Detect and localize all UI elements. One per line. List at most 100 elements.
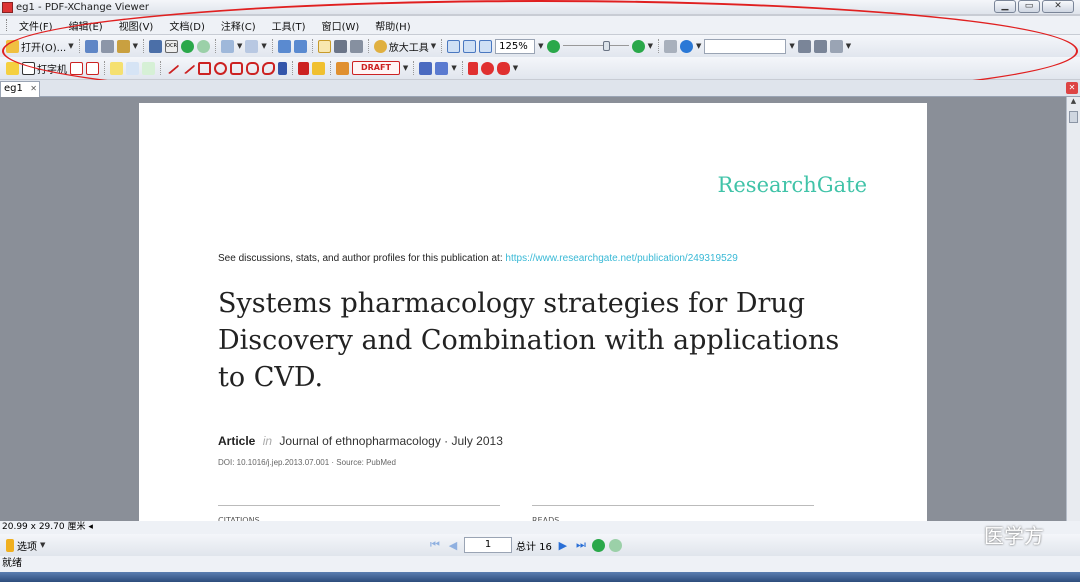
chevron-down-icon[interactable]: ▼ xyxy=(237,42,242,50)
chevron-down-icon[interactable]: ▼ xyxy=(513,64,518,72)
publication-link[interactable]: https://www.researchgate.net/publication… xyxy=(505,253,737,264)
eraser-icon[interactable] xyxy=(312,61,325,75)
polygon-icon[interactable] xyxy=(230,61,243,75)
zoom-in-icon[interactable] xyxy=(631,39,645,53)
chevron-down-icon[interactable]: ▼ xyxy=(403,64,408,72)
zoom-level-input[interactable]: 125% xyxy=(495,38,536,54)
zoom-slider[interactable] xyxy=(562,41,629,51)
snapshot-icon[interactable] xyxy=(333,39,347,53)
distance-tool-icon[interactable] xyxy=(467,61,478,75)
chevron-down-icon[interactable]: ▼ xyxy=(846,42,851,50)
rotate-right-icon[interactable] xyxy=(293,39,307,53)
menu-comments[interactable]: 注释(C) xyxy=(215,18,262,33)
last-page-icon[interactable]: ⏭ xyxy=(574,538,588,552)
sticky-note-icon[interactable] xyxy=(6,61,19,75)
chevron-down-icon[interactable]: ▼ xyxy=(648,42,653,50)
close-document-icon[interactable]: ✕ xyxy=(1066,82,1078,94)
back-icon[interactable] xyxy=(181,39,194,53)
menu-window[interactable]: 窗口(W) xyxy=(316,18,366,33)
chevron-down-icon[interactable]: ▼ xyxy=(538,42,543,50)
line-icon[interactable] xyxy=(181,61,196,75)
menu-document[interactable]: 文档(D) xyxy=(163,18,211,33)
menu-file[interactable]: 文件(F) xyxy=(13,18,59,33)
fit-page-icon[interactable] xyxy=(463,39,477,53)
search-input[interactable] xyxy=(704,38,787,54)
window-controls: ▁ ▭ ✕ xyxy=(994,0,1074,13)
hand-tool-icon[interactable] xyxy=(317,39,331,53)
area-tool-icon[interactable] xyxy=(496,61,510,75)
redo-icon[interactable] xyxy=(245,39,259,53)
cloud-icon[interactable] xyxy=(262,61,275,75)
chevron-down-icon[interactable]: ▼ xyxy=(789,42,794,50)
search-previous-icon[interactable] xyxy=(813,39,827,53)
chevron-down-icon[interactable]: ▼ xyxy=(696,42,701,50)
search-next-icon[interactable] xyxy=(797,39,811,53)
doi-line: DOI: 10.1016/j.jep.2013.07.001 · Source:… xyxy=(218,458,396,467)
previous-page-icon[interactable]: ◀ xyxy=(446,538,460,552)
export-icon[interactable] xyxy=(116,39,130,53)
chevron-down-icon[interactable]: ▼ xyxy=(261,42,266,50)
chevron-down-icon[interactable]: ▼ xyxy=(133,42,138,50)
vertical-scrollbar[interactable]: ▲ xyxy=(1066,97,1080,521)
open-button[interactable]: 打开(O)... ▼ xyxy=(6,38,74,54)
undo-icon[interactable] xyxy=(221,39,234,53)
scroll-up-icon[interactable]: ▲ xyxy=(1067,97,1080,109)
pin-icon[interactable] xyxy=(278,61,287,75)
actual-size-icon[interactable] xyxy=(447,39,461,53)
menu-help[interactable]: 帮助(H) xyxy=(369,18,416,33)
arrow-icon[interactable] xyxy=(165,61,180,75)
callout-icon[interactable] xyxy=(86,61,99,75)
forward-view-icon[interactable] xyxy=(608,538,622,552)
chevron-left-icon[interactable]: ◂ xyxy=(88,522,93,532)
polyline-icon[interactable] xyxy=(246,61,259,75)
find-icon[interactable] xyxy=(663,39,677,53)
toolbar-grip[interactable] xyxy=(6,19,9,31)
page-navigator: ⏮ ◀ 1 总计 16 ▶ ⏭ xyxy=(428,537,622,553)
slider-knob[interactable] xyxy=(602,41,610,51)
print-icon[interactable] xyxy=(100,39,114,53)
scan-icon[interactable] xyxy=(149,39,162,53)
tab-eg1[interactable]: eg1 ✕ xyxy=(0,81,40,97)
menu-view[interactable]: 视图(V) xyxy=(113,18,160,33)
bing-icon[interactable] xyxy=(679,39,693,53)
forward-icon[interactable] xyxy=(197,39,210,53)
scrollbar-thumb[interactable] xyxy=(1069,111,1078,123)
rotate-left-icon[interactable] xyxy=(277,39,291,53)
stamp-icon[interactable] xyxy=(336,61,349,75)
minimize-button[interactable]: ▁ xyxy=(994,0,1016,13)
menu-tools[interactable]: 工具(T) xyxy=(266,18,312,33)
maximize-button[interactable]: ▭ xyxy=(1018,0,1040,13)
back-view-icon[interactable] xyxy=(591,538,605,552)
close-button[interactable]: ✕ xyxy=(1042,0,1074,13)
zoom-tool-button[interactable]: 放大工具 ▼ xyxy=(373,38,436,54)
typewriter-button[interactable]: 打字机 xyxy=(22,60,67,76)
stamp-preview[interactable]: DRAFT xyxy=(352,61,400,75)
document-viewer[interactable]: ResearchGate See discussions, stats, and… xyxy=(0,97,1066,521)
underline-icon[interactable] xyxy=(142,61,155,75)
ocr-icon[interactable]: OCR xyxy=(165,39,178,53)
menu-edit[interactable]: 编辑(E) xyxy=(63,18,109,33)
toolbar-separator xyxy=(657,39,659,53)
select-text-icon[interactable] xyxy=(349,39,363,53)
fit-width-icon[interactable] xyxy=(479,39,493,53)
comments-list-icon[interactable] xyxy=(419,61,433,75)
close-icon[interactable]: ✕ xyxy=(30,82,37,96)
strikeout-icon[interactable] xyxy=(126,61,139,75)
properties-icon[interactable] xyxy=(435,61,449,75)
tools-icon[interactable] xyxy=(829,39,843,53)
first-page-icon[interactable]: ⏮ xyxy=(428,538,442,552)
save-icon[interactable] xyxy=(84,39,98,53)
rectangle-icon[interactable] xyxy=(198,61,211,75)
page-number-input[interactable]: 1 xyxy=(464,537,512,553)
zoom-out-icon[interactable] xyxy=(546,39,560,53)
options-area: 选项 ▼ xyxy=(0,538,45,553)
textbox-icon[interactable] xyxy=(70,61,83,75)
chevron-down-icon[interactable]: ▼ xyxy=(451,64,456,72)
options-button[interactable]: 选项 xyxy=(17,538,37,553)
ellipse-icon[interactable] xyxy=(214,61,227,75)
perimeter-tool-icon[interactable] xyxy=(480,61,494,75)
chevron-down-icon[interactable]: ▼ xyxy=(40,541,45,549)
highlight-text-icon[interactable] xyxy=(110,61,123,75)
pencil-icon[interactable] xyxy=(298,61,309,75)
next-page-icon[interactable]: ▶ xyxy=(556,538,570,552)
